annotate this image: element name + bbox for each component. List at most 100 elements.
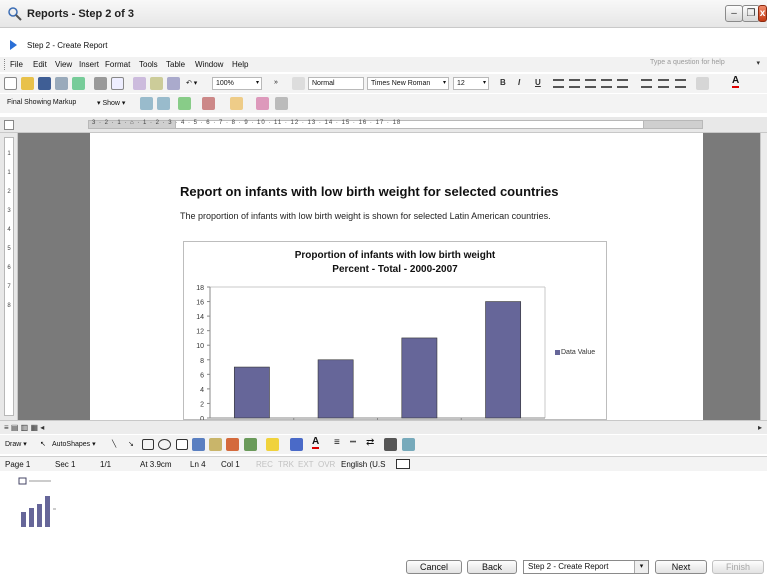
- open-folder-icon[interactable]: [21, 77, 34, 90]
- reject-change-icon[interactable]: [202, 97, 215, 110]
- diagram-icon[interactable]: [209, 438, 222, 451]
- arrow-tool-icon[interactable]: ↘: [128, 440, 134, 448]
- toolbar-grip[interactable]: [4, 59, 6, 70]
- status-ext[interactable]: EXT: [298, 460, 314, 469]
- status-page: Page 1: [5, 460, 31, 469]
- 3d-style-icon[interactable]: [402, 438, 415, 451]
- select-objects-icon[interactable]: ↖: [40, 440, 46, 448]
- menu-window[interactable]: Window: [195, 60, 223, 69]
- show-menu[interactable]: ▾ Show ▾: [97, 99, 125, 107]
- fill-color-icon[interactable]: [266, 438, 279, 451]
- bar-chart: 024681012141618: [196, 285, 546, 420]
- rectangle-tool-icon[interactable]: [142, 439, 154, 450]
- horizontal-ruler[interactable]: 3 · 2 · 1 · ⌂ · 1 · 2 · 3 · 4 · 5 · 6 · …: [0, 117, 767, 133]
- autoshapes-menu[interactable]: AutoShapes ▾: [52, 440, 96, 448]
- status-column: Col 1: [221, 460, 240, 469]
- bullets-icon[interactable]: [658, 79, 669, 88]
- align-right-icon[interactable]: [585, 79, 596, 88]
- oval-tool-icon[interactable]: [158, 439, 171, 450]
- toolbar-overflow-icon[interactable]: »: [274, 79, 278, 86]
- line-spacing-icon[interactable]: [617, 79, 628, 88]
- track-changes-icon[interactable]: [256, 97, 269, 110]
- font-size-select[interactable]: 12 ▾: [453, 77, 489, 90]
- text-box-icon[interactable]: [176, 439, 188, 450]
- picture-icon[interactable]: [244, 438, 257, 451]
- finish-button[interactable]: Finish: [712, 560, 764, 574]
- vertical-ruler-number: 3: [7, 208, 11, 214]
- status-rec[interactable]: REC: [256, 460, 273, 469]
- close-icon[interactable]: x: [758, 5, 767, 22]
- reviewing-pane-icon[interactable]: [275, 97, 288, 110]
- print-preview-icon[interactable]: [111, 77, 124, 90]
- accept-change-icon[interactable]: [178, 97, 191, 110]
- step-select[interactable]: Step 2 - Create Report ▾: [523, 560, 649, 574]
- menu-file[interactable]: File: [10, 60, 23, 69]
- arrow-style-icon[interactable]: ⇄: [366, 437, 374, 448]
- markup-value: Final Showing Markup: [7, 99, 77, 106]
- new-document-icon[interactable]: [4, 77, 17, 90]
- line-style-icon[interactable]: ≡: [334, 437, 340, 448]
- email-icon[interactable]: [72, 77, 85, 90]
- chevron-down-icon[interactable]: ▾: [634, 561, 648, 573]
- status-trk[interactable]: TRK: [278, 460, 294, 469]
- vertical-ruler: 1 1 2 3 4 5 6 7 8: [0, 133, 18, 420]
- back-button[interactable]: Back: [467, 560, 517, 574]
- scroll-right-icon[interactable]: ▸: [758, 423, 762, 432]
- justify-icon[interactable]: [601, 79, 612, 88]
- menu-edit[interactable]: Edit: [33, 60, 47, 69]
- menu-insert[interactable]: Insert: [79, 60, 99, 69]
- step-header: Step 2 - Create Report: [0, 38, 767, 54]
- markup-select[interactable]: Final Showing Markup: [4, 97, 90, 110]
- menu-tools[interactable]: Tools: [139, 60, 158, 69]
- shadow-style-icon[interactable]: [384, 438, 397, 451]
- indent-icon[interactable]: [675, 79, 686, 88]
- styles-pane-icon[interactable]: [292, 77, 305, 90]
- step-arrow-icon: [10, 40, 17, 50]
- draw-font-color-icon[interactable]: A: [312, 437, 320, 449]
- bold-button[interactable]: B: [500, 78, 506, 87]
- wordart-icon[interactable]: [192, 438, 205, 451]
- clip-art-icon[interactable]: [226, 438, 239, 451]
- status-ovr[interactable]: OVR: [318, 460, 335, 469]
- dash-style-icon[interactable]: ┅: [350, 437, 356, 448]
- align-center-icon[interactable]: [569, 79, 580, 88]
- vertical-scrollbar[interactable]: [760, 133, 767, 420]
- next-change-icon[interactable]: [157, 97, 170, 110]
- print-icon[interactable]: [94, 77, 107, 90]
- font-select[interactable]: Times New Roman ▾: [367, 77, 449, 90]
- draw-menu[interactable]: Draw ▾: [5, 440, 27, 448]
- help-search-input[interactable]: Type a question for help ▾: [650, 59, 760, 71]
- menu-format[interactable]: Format: [105, 60, 130, 69]
- undo-icon[interactable]: ↶ ▾: [186, 79, 197, 87]
- highlight-icon[interactable]: [696, 77, 709, 90]
- cancel-button[interactable]: Cancel: [406, 560, 462, 574]
- view-mode-icons[interactable]: ≡ ▤ ▥ ▦ ◂: [4, 423, 44, 432]
- permission-icon[interactable]: [55, 77, 68, 90]
- align-left-icon[interactable]: [553, 79, 564, 88]
- previous-change-icon[interactable]: [140, 97, 153, 110]
- zoom-select[interactable]: 100% ▾: [212, 77, 262, 90]
- format-painter-icon[interactable]: [167, 77, 180, 90]
- chevron-down-icon[interactable]: ▾: [756, 59, 760, 67]
- spelling-status-icon[interactable]: [396, 459, 410, 469]
- tab-selector[interactable]: [4, 120, 14, 130]
- line-color-icon[interactable]: [290, 438, 303, 451]
- menu-view[interactable]: View: [55, 60, 72, 69]
- numbering-icon[interactable]: [641, 79, 652, 88]
- report-thumbnail[interactable]: [17, 476, 57, 532]
- cut-icon[interactable]: [133, 77, 146, 90]
- zoom-value: 100%: [216, 80, 234, 87]
- underline-button[interactable]: U: [535, 78, 541, 87]
- paste-icon[interactable]: [150, 77, 163, 90]
- italic-button[interactable]: I: [518, 78, 520, 87]
- next-button[interactable]: Next: [655, 560, 707, 574]
- menu-table[interactable]: Table: [166, 60, 185, 69]
- minimize-icon[interactable]: –: [725, 5, 743, 22]
- y-tick-label: 14: [196, 314, 204, 321]
- font-color-icon[interactable]: A: [732, 76, 740, 88]
- new-comment-icon[interactable]: [230, 97, 243, 110]
- save-icon[interactable]: [38, 77, 51, 90]
- style-select[interactable]: Normal: [308, 77, 364, 90]
- line-tool-icon[interactable]: ╲: [112, 440, 116, 448]
- menu-help[interactable]: Help: [232, 60, 248, 69]
